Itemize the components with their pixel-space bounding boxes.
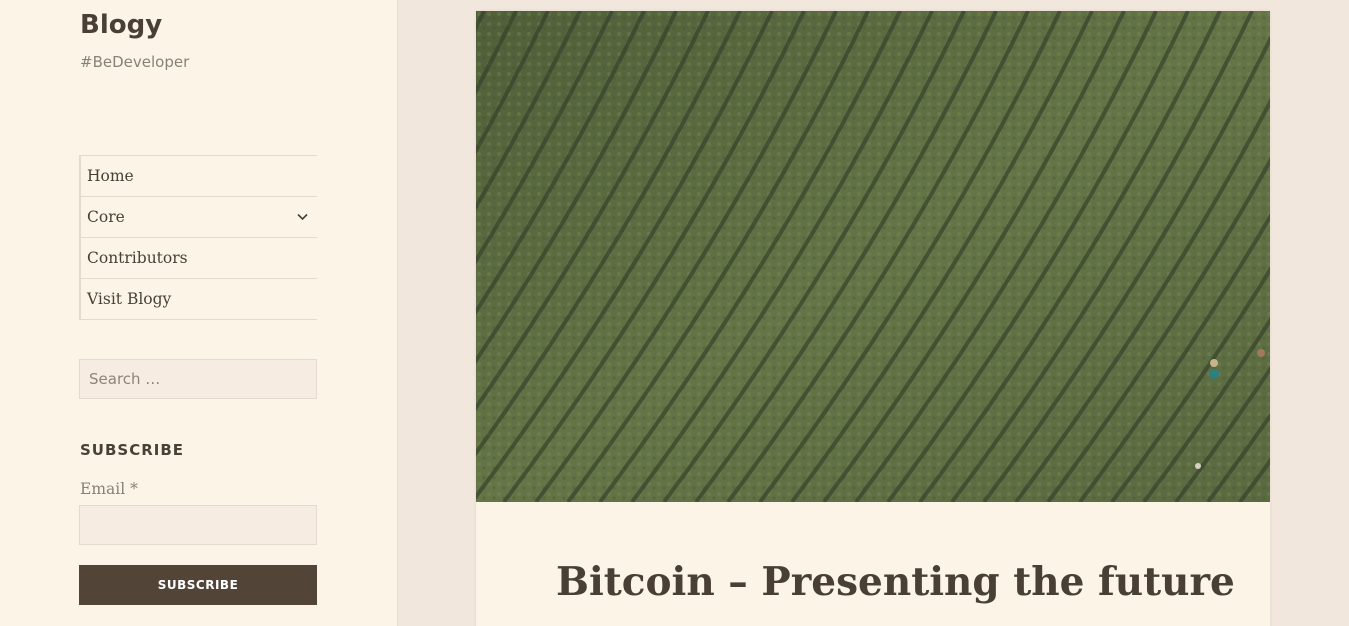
site-description: #BeDeveloper [80, 53, 190, 71]
email-label: Email * [80, 480, 138, 498]
search-input[interactable] [79, 359, 317, 399]
nav-item-visit-blogy[interactable]: Visit Blogy [81, 279, 317, 320]
email-field[interactable] [79, 505, 317, 545]
main-navigation: Home Core Contributors Visit Blogy [79, 155, 317, 320]
featured-image[interactable] [476, 11, 1270, 502]
chevron-down-icon[interactable] [295, 210, 309, 224]
nav-item-contributors[interactable]: Contributors [81, 238, 317, 279]
subscribe-button[interactable]: SUBSCRIBE [79, 565, 317, 605]
site-title[interactable]: Blogy [80, 10, 162, 40]
sidebar: Blogy #BeDeveloper Home Core Contributor… [0, 0, 398, 626]
nav-item-label: Visit Blogy [87, 290, 172, 308]
post-title[interactable]: Bitcoin – Presenting the future [556, 559, 1235, 605]
nav-item-label: Contributors [87, 249, 188, 267]
nav-item-home[interactable]: Home [81, 156, 317, 197]
nav-item-core[interactable]: Core [81, 197, 317, 238]
post-article: Bitcoin – Presenting the future [476, 11, 1270, 626]
subscribe-heading: SUBSCRIBE [80, 441, 185, 459]
nav-item-label: Core [87, 208, 125, 226]
featured-image-graphic [476, 11, 1270, 502]
nav-item-label: Home [87, 167, 134, 185]
